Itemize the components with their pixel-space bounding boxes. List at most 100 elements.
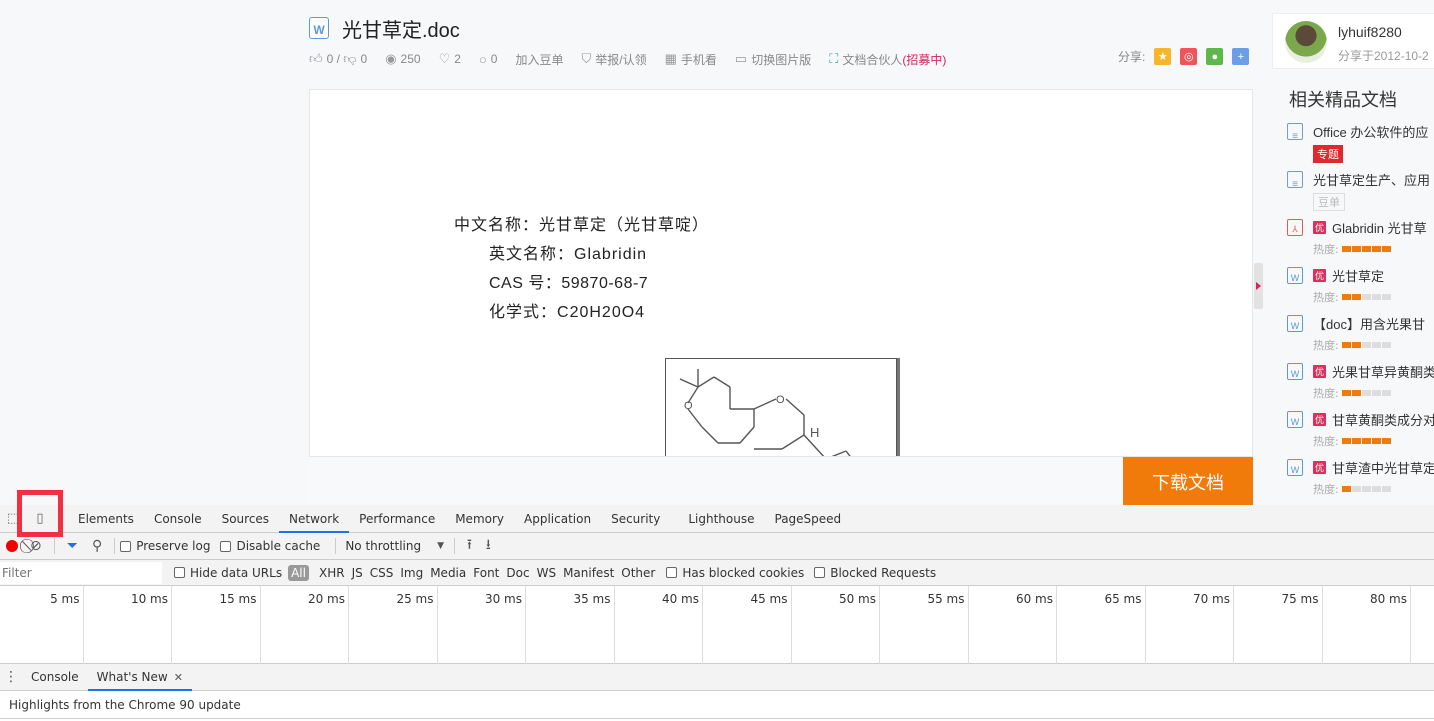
preserve-log-checkbox[interactable]: Preserve log — [120, 539, 210, 553]
clear-button[interactable]: ⃠⊘ — [30, 538, 42, 554]
inspect-element-button[interactable]: ⬚ — [0, 505, 26, 532]
drawer-menu-button[interactable]: ⋮ — [0, 664, 22, 690]
related-doc-title[interactable]: 【doc】用含光果甘 — [1313, 314, 1425, 333]
type-filter-media[interactable]: Media — [430, 566, 466, 580]
favorite-button[interactable]: ♡ 2 — [439, 51, 461, 67]
related-doc-item[interactable]: ≡ 光甘草定生产、应用 豆单 — [1287, 169, 1434, 217]
qrcode-icon: ▦ — [664, 51, 677, 66]
download-button[interactable]: 下载文档 — [1123, 457, 1253, 505]
disable-cache-checkbox[interactable]: Disable cache — [220, 539, 320, 553]
related-doc-title[interactable]: 光甘草定生产、应用 — [1313, 170, 1430, 189]
devtools-tab-performance[interactable]: Performance — [349, 505, 445, 532]
image-version-link[interactable]: ▭ 切换图片版 — [735, 51, 811, 68]
throttling-select[interactable]: No throttling ▼ — [345, 539, 444, 553]
type-filter-img[interactable]: Img — [400, 566, 423, 580]
devtools-main-tabs: ⬚ ▯ Elements Console Sources Network Perform… — [0, 505, 1434, 533]
share-wechat-button[interactable]: ● — [1206, 48, 1224, 65]
devtools-tab-application[interactable]: Application — [514, 505, 601, 532]
comment-button[interactable]: ○ 0 — [479, 52, 498, 67]
blocked-requests-checkbox[interactable]: Blocked Requests — [814, 566, 936, 580]
partner-link[interactable]: ⛶ 文档合伙人 (招募中) — [829, 51, 946, 68]
devtools-tab-security[interactable]: Security — [601, 505, 670, 532]
drawer-tab-console[interactable]: Console — [22, 664, 88, 690]
related-doc-item[interactable]: ⅄ 优 Glabridin 光甘草 热度: — [1287, 217, 1434, 265]
devtools-tab-elements[interactable]: Elements — [68, 505, 144, 532]
devtools-tab-memory[interactable]: Memory — [445, 505, 514, 532]
share-qzone-button[interactable]: ★ — [1154, 48, 1172, 65]
related-doc-title[interactable]: 光果甘草异黄酮类 — [1332, 362, 1434, 381]
share-bar: 分享: ★ ◎ ● + — [1118, 48, 1250, 65]
heat-meter — [1341, 294, 1392, 300]
doc-tag[interactable]: 豆单 — [1313, 193, 1345, 211]
timeline-tick: 20 ms — [261, 586, 349, 664]
hide-data-urls-checkbox[interactable]: Hide data URLs — [174, 566, 282, 580]
share-more-button[interactable]: + — [1232, 48, 1250, 65]
import-har-button[interactable]: ⭱ — [467, 534, 472, 558]
type-filter-other[interactable]: Other — [621, 566, 655, 580]
heat-segment — [1371, 246, 1381, 252]
heat-segment — [1361, 486, 1371, 492]
sidebar-collapse-toggle[interactable] — [1254, 263, 1263, 309]
export-har-button[interactable]: ⭳ — [486, 534, 491, 558]
like-dislike[interactable]: 👍︎ 0 / 👎︎ 0 — [309, 51, 367, 67]
wechat-icon: ● — [1211, 50, 1219, 63]
timeline-tick: 35 ms — [526, 586, 615, 664]
related-doc-item[interactable]: W 优光果甘草异黄酮类 热度: — [1287, 361, 1434, 409]
heat-segment — [1381, 390, 1391, 396]
devtools-tab-sources[interactable]: Sources — [212, 505, 279, 532]
related-doc-title[interactable]: 甘草黄酮类成分对 — [1332, 410, 1434, 429]
arrow-right-icon — [1256, 282, 1261, 290]
network-toolbar: ⃠⊘ ⏷ ⚲ Preserve log Disable cache No thr… — [0, 533, 1434, 560]
related-doc-item[interactable]: ≡ Office 办公软件的应 专题 — [1287, 121, 1434, 169]
avatar[interactable] — [1285, 21, 1327, 63]
type-filter-css[interactable]: CSS — [370, 566, 394, 580]
thumbs-up-icon: 👍︎ — [309, 51, 323, 66]
filter-toggle-button[interactable]: ⏷ — [67, 538, 78, 554]
filter-input[interactable] — [0, 561, 162, 584]
type-filter-manifest[interactable]: Manifest — [563, 566, 614, 580]
related-doc-item[interactable]: W 优甘草黄酮类成分对 热度: — [1287, 409, 1434, 457]
related-doc-item[interactable]: W 优甘草渣中光甘草定 热度: — [1287, 457, 1434, 505]
devtools-tab-network[interactable]: Network — [279, 505, 350, 533]
type-filter-all[interactable]: All — [288, 564, 309, 581]
type-filter-doc[interactable]: Doc — [506, 566, 529, 580]
related-doc-title[interactable]: 光甘草定 — [1332, 266, 1384, 285]
share-weibo-button[interactable]: ◎ — [1180, 48, 1198, 65]
related-doc-item[interactable]: W 优光甘草定 热度: — [1287, 265, 1434, 313]
devtools-tab-pagespeed[interactable]: PageSpeed — [765, 505, 852, 532]
related-doc-title[interactable]: Glabridin 光甘草 — [1332, 218, 1427, 237]
report-link[interactable]: ⛉ 举报/认领 — [581, 51, 646, 68]
doc-line-cas: CAS 号：59870-68-7 — [489, 275, 649, 292]
type-filter-font[interactable]: Font — [473, 566, 499, 580]
search-button[interactable]: ⚲ — [92, 538, 102, 554]
add-to-list-link[interactable]: 加入豆单 — [515, 51, 563, 68]
whats-new-body: Highlights from the Chrome 90 update — [0, 691, 1434, 719]
uploader-name[interactable]: lyhuif8280 — [1338, 24, 1402, 40]
doc-line-english-name: 英文名称：Glabridin — [489, 244, 648, 263]
has-blocked-cookies-checkbox[interactable]: Has blocked cookies — [666, 566, 804, 580]
type-filter-xhr[interactable]: XHR — [319, 566, 345, 580]
heat-meter — [1341, 342, 1392, 348]
timeline-tick: 30 ms — [438, 586, 526, 664]
related-doc-title[interactable]: Office 办公软件的应 — [1313, 122, 1428, 141]
drawer-tab-whats-new[interactable]: What's New ✕ — [87, 664, 193, 691]
devtools-tab-lighthouse[interactable]: Lighthouse — [678, 505, 764, 532]
download-bar: 下载文档 — [309, 456, 1253, 505]
heat-segment — [1381, 294, 1391, 300]
related-doc-title[interactable]: 甘草渣中光甘草定 — [1332, 458, 1434, 477]
heat-segment — [1381, 246, 1391, 252]
devtools-tab-console[interactable]: Console — [144, 505, 212, 532]
related-doc-item[interactable]: W 【doc】用含光果甘 热度: — [1287, 313, 1434, 361]
doc-tag[interactable]: 专题 — [1313, 145, 1343, 163]
network-overview-timeline[interactable]: 5 ms 10 ms 15 ms 20 ms 25 ms 30 ms 35 ms 40 ms 4… — [0, 586, 1434, 664]
record-button[interactable] — [6, 540, 18, 552]
word-file-icon: W — [1287, 458, 1303, 476]
device-toolbar-toggle[interactable]: ▯ — [26, 505, 54, 532]
type-filter-js[interactable]: JS — [352, 566, 363, 580]
word-file-icon: W — [1287, 266, 1303, 284]
timeline-tick: 60 ms — [969, 586, 1057, 664]
heat-segment — [1361, 390, 1371, 396]
type-filter-ws[interactable]: WS — [537, 566, 556, 580]
close-icon[interactable]: ✕ — [174, 671, 183, 684]
mobile-view-link[interactable]: ▦ 手机看 — [665, 51, 717, 68]
